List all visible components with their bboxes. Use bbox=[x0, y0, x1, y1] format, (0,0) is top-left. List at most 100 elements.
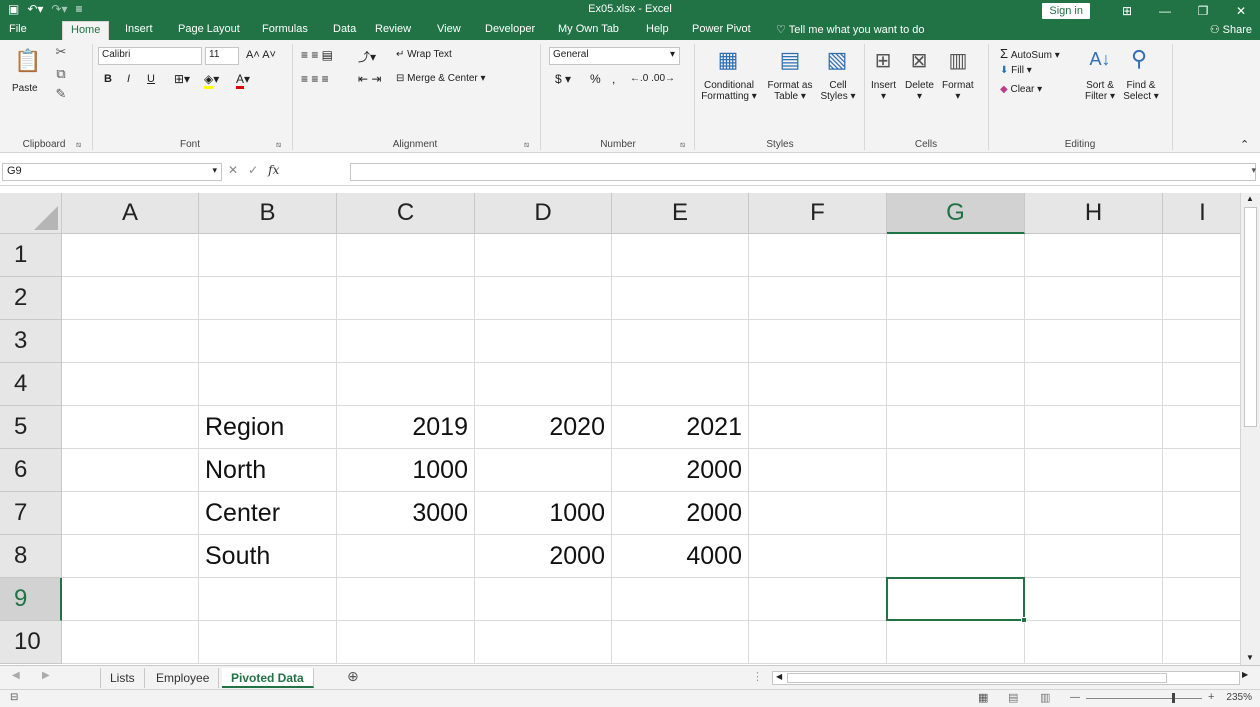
cell-a4[interactable] bbox=[62, 363, 199, 406]
underline-button[interactable]: U bbox=[147, 73, 155, 85]
format-cells-icon[interactable]: ▥ bbox=[944, 45, 972, 75]
cell-h10[interactable] bbox=[1025, 621, 1163, 664]
cell-b8[interactable]: South bbox=[199, 535, 337, 578]
name-box-dropdown-icon[interactable]: ▾ bbox=[212, 165, 217, 176]
sheet-tab-employee[interactable]: Employee bbox=[147, 668, 220, 688]
column-header-e[interactable]: E bbox=[612, 193, 749, 234]
ribbon-display-icon[interactable]: ⊞ bbox=[1108, 4, 1146, 18]
cell-b9[interactable] bbox=[199, 578, 337, 621]
cell-f10[interactable] bbox=[749, 621, 887, 664]
borders-icon[interactable]: ⊞▾ bbox=[174, 72, 190, 86]
cell-d7[interactable]: 1000 bbox=[475, 492, 612, 535]
conditional-formatting-button[interactable]: Conditional Formatting ▾ bbox=[699, 80, 759, 102]
cell-e8[interactable]: 4000 bbox=[612, 535, 749, 578]
prev-sheet-icon[interactable]: ◀ bbox=[12, 670, 20, 681]
font-launcher-icon[interactable]: ⧅ bbox=[276, 140, 281, 150]
cell-c7[interactable]: 3000 bbox=[337, 492, 475, 535]
cell-f7[interactable] bbox=[749, 492, 887, 535]
cell-d9[interactable] bbox=[475, 578, 612, 621]
normal-view-icon[interactable]: ▦ bbox=[978, 691, 988, 704]
zoom-out-icon[interactable]: — bbox=[1070, 692, 1080, 703]
zoom-in-icon[interactable]: + bbox=[1208, 691, 1214, 703]
cell-e3[interactable] bbox=[612, 320, 749, 363]
cell-b6[interactable]: North bbox=[199, 449, 337, 492]
cell-h6[interactable] bbox=[1025, 449, 1163, 492]
cell-h8[interactable] bbox=[1025, 535, 1163, 578]
page-layout-view-icon[interactable]: ▤ bbox=[1008, 691, 1018, 704]
decimal-icon[interactable]: ←.0 .00→ bbox=[630, 73, 675, 84]
cell-a2[interactable] bbox=[62, 277, 199, 320]
cell-e5[interactable]: 2021 bbox=[612, 406, 749, 449]
delete-cells-button[interactable]: Delete ▾ bbox=[905, 80, 934, 102]
cell-c2[interactable] bbox=[337, 277, 475, 320]
autosum-button[interactable]: Σ AutoSum ▾ bbox=[1000, 46, 1060, 61]
grow-font-icon[interactable]: A˄ A˅ bbox=[246, 49, 276, 61]
font-name-select[interactable]: Calibri bbox=[98, 47, 202, 65]
cell-i6[interactable] bbox=[1163, 449, 1243, 492]
restore-icon[interactable]: ❐ bbox=[1184, 4, 1222, 18]
cell-f4[interactable] bbox=[749, 363, 887, 406]
new-sheet-icon[interactable]: ⊕ bbox=[347, 668, 359, 685]
minimize-icon[interactable]: — bbox=[1146, 4, 1184, 18]
cell-a6[interactable] bbox=[62, 449, 199, 492]
cell-c1[interactable] bbox=[337, 234, 475, 277]
cell-c8[interactable] bbox=[337, 535, 475, 578]
bold-button[interactable]: B bbox=[104, 73, 112, 85]
row-header-2[interactable]: 2 bbox=[0, 277, 62, 320]
name-box[interactable]: G9 ▾ bbox=[2, 163, 222, 181]
tab-power-pivot[interactable]: Power Pivot bbox=[692, 23, 751, 35]
cell-h7[interactable] bbox=[1025, 492, 1163, 535]
scroll-right-icon[interactable]: ▶ bbox=[1242, 670, 1248, 679]
zoom-slider[interactable] bbox=[1086, 698, 1202, 699]
row-header-5[interactable]: 5 bbox=[0, 406, 62, 449]
cell-c9[interactable] bbox=[337, 578, 475, 621]
cell-g1[interactable] bbox=[887, 234, 1025, 277]
cell-a3[interactable] bbox=[62, 320, 199, 363]
sign-in-button[interactable]: Sign in bbox=[1042, 2, 1090, 19]
cell-c4[interactable] bbox=[337, 363, 475, 406]
sheet-tab-lists[interactable]: Lists bbox=[100, 668, 145, 688]
cell-i4[interactable] bbox=[1163, 363, 1243, 406]
row-header-9[interactable]: 9 bbox=[0, 578, 62, 621]
next-sheet-icon[interactable]: ▶ bbox=[42, 670, 50, 681]
cell-c3[interactable] bbox=[337, 320, 475, 363]
comma-button[interactable]: , bbox=[612, 72, 615, 86]
column-header-f[interactable]: F bbox=[749, 193, 887, 234]
alignment-launcher-icon[interactable]: ⧅ bbox=[524, 140, 529, 150]
tab-splitter[interactable]: ⋮ bbox=[752, 670, 763, 683]
cell-a10[interactable] bbox=[62, 621, 199, 664]
cell-i3[interactable] bbox=[1163, 320, 1243, 363]
tab-my-own-tab[interactable]: My Own Tab bbox=[558, 23, 619, 35]
sheet-tab-pivoted-data[interactable]: Pivoted Data bbox=[222, 668, 314, 688]
cell-b4[interactable] bbox=[199, 363, 337, 406]
cell-g10[interactable] bbox=[887, 621, 1025, 664]
number-launcher-icon[interactable]: ⧅ bbox=[680, 140, 685, 150]
share-button[interactable]: ⚇ Share bbox=[1210, 23, 1252, 36]
vertical-scroll-thumb[interactable] bbox=[1244, 207, 1257, 427]
fill-button[interactable]: ⬇ Fill ▾ bbox=[1000, 65, 1032, 76]
align-left-icon[interactable]: ≡ ≡ ≡ bbox=[301, 72, 329, 86]
insert-function-icon[interactable]: fx bbox=[268, 163, 279, 177]
row-header-1[interactable]: 1 bbox=[0, 234, 62, 277]
column-header-b[interactable]: B bbox=[199, 193, 337, 234]
tell-me-search[interactable]: ♡ Tell me what you want to do bbox=[776, 23, 924, 36]
cell-h2[interactable] bbox=[1025, 277, 1163, 320]
delete-cells-icon[interactable]: ⊠ bbox=[905, 45, 933, 75]
cell-h1[interactable] bbox=[1025, 234, 1163, 277]
cell-g3[interactable] bbox=[887, 320, 1025, 363]
font-color-icon[interactable]: A▾ bbox=[236, 72, 250, 89]
cell-c10[interactable] bbox=[337, 621, 475, 664]
close-icon[interactable]: ✕ bbox=[1222, 4, 1260, 18]
cell-i8[interactable] bbox=[1163, 535, 1243, 578]
cell-d2[interactable] bbox=[475, 277, 612, 320]
cell-g8[interactable] bbox=[887, 535, 1025, 578]
column-header-d[interactable]: D bbox=[475, 193, 612, 234]
copy-icon[interactable]: ⧉ bbox=[52, 66, 70, 82]
clear-button[interactable]: ◆ Clear ▾ bbox=[1000, 84, 1042, 95]
cell-b5[interactable]: Region bbox=[199, 406, 337, 449]
row-header-8[interactable]: 8 bbox=[0, 535, 62, 578]
cell-a9[interactable] bbox=[62, 578, 199, 621]
column-header-i[interactable]: I bbox=[1163, 193, 1243, 234]
scroll-down-icon[interactable]: ▼ bbox=[1246, 653, 1254, 662]
cell-b3[interactable] bbox=[199, 320, 337, 363]
